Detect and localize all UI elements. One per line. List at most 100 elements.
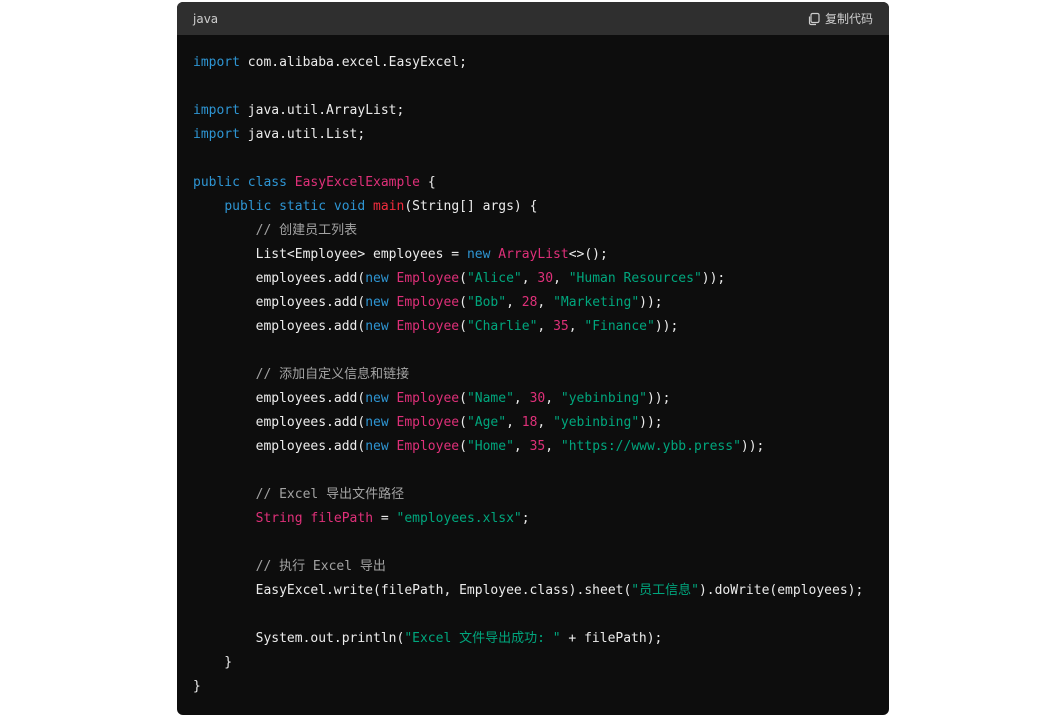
code-text: = <box>373 511 397 526</box>
code-number: 35 <box>553 319 569 334</box>
code-text: ).doWrite(employees); <box>698 583 864 598</box>
copy-label: 复制代码 <box>824 12 873 26</box>
code-text: ( <box>459 295 467 310</box>
code-text: employees.add( <box>193 319 366 334</box>
code-line: // 创建员工列表 <box>193 219 889 243</box>
code-number: 18 <box>521 415 538 430</box>
code-classname: String <box>255 511 303 526</box>
code-text: )); <box>740 439 765 454</box>
code-text: employees.add( <box>193 439 366 454</box>
code-classname: Employee <box>396 415 460 430</box>
code-string: "员工信息" <box>631 583 699 598</box>
code-string: "Alice" <box>466 271 522 286</box>
code-keyword: import <box>193 103 240 118</box>
code-line: } <box>193 675 889 699</box>
code-text: java.util.List; <box>239 127 366 142</box>
code-text: + filePath); <box>560 631 663 646</box>
code-line: employees.add(new Employee("Home", 35, "… <box>193 435 889 459</box>
code-keyword: new <box>365 415 389 430</box>
code-keyword: static <box>279 199 327 214</box>
code-string: "employees.xlsx" <box>396 511 522 526</box>
code-text: employees.add( <box>193 295 366 310</box>
code-line: import java.util.List; <box>193 123 889 147</box>
code-comment: // 执行 Excel 导出 <box>255 559 386 574</box>
code-text: ( <box>459 415 467 430</box>
code-text: , <box>545 391 561 406</box>
code-header: java 复制代码 <box>177 2 889 35</box>
code-text: ( <box>459 319 467 334</box>
code-string: "yebinbing" <box>553 415 640 430</box>
code-text: )); <box>701 271 726 286</box>
code-keyword: public <box>193 175 240 190</box>
code-text: , <box>513 391 530 406</box>
code-text: <>(); <box>568 247 608 262</box>
code-line: employees.add(new Employee("Bob", 28, "M… <box>193 291 889 315</box>
code-function: main <box>373 199 405 214</box>
code-string: "Bob" <box>466 295 507 310</box>
code-text: System.out.println( <box>193 631 405 646</box>
code-comment: // 创建员工列表 <box>255 223 358 238</box>
code-line: public class EasyExcelExample { <box>193 171 889 195</box>
code-line: String filePath = "employees.xlsx"; <box>193 507 889 531</box>
code-text: , <box>537 319 554 334</box>
code-line: employees.add(new Employee("Age", 18, "y… <box>193 411 889 435</box>
code-line: employees.add(new Employee("Name", 30, "… <box>193 387 889 411</box>
code-number: 30 <box>529 391 546 406</box>
code-keyword: new <box>365 271 389 286</box>
code-keyword: new <box>365 319 389 334</box>
code-text: ; <box>521 511 530 526</box>
code-line: } <box>193 651 889 675</box>
code-text: , <box>553 271 569 286</box>
code-line: import java.util.ArrayList; <box>193 99 889 123</box>
code-line: System.out.println("Excel 文件导出成功: " + fi… <box>193 627 889 651</box>
code-line: EasyExcel.write(filePath, Employee.class… <box>193 579 889 603</box>
code-classname: EasyExcelExample <box>294 175 420 190</box>
code-string: "Human Resources" <box>568 271 702 286</box>
code-text: ( <box>459 271 467 286</box>
copy-icon <box>807 12 821 26</box>
code-text: )); <box>639 295 663 310</box>
code-classname: Employee <box>396 271 460 286</box>
code-text: )); <box>646 391 671 406</box>
code-classname: ArrayList <box>498 247 569 262</box>
code-keyword: new <box>365 295 389 310</box>
copy-code-button[interactable]: 复制代码 <box>807 10 873 27</box>
code-classname: Employee <box>396 319 460 334</box>
code-line: // 添加自定义信息和链接 <box>193 363 889 387</box>
code-text: , <box>568 319 585 334</box>
code-line: // Excel 导出文件路径 <box>193 483 889 507</box>
code-text: , <box>513 439 530 454</box>
code-classname: filePath <box>310 511 374 526</box>
code-block: java 复制代码 import com.alibaba.excel.EasyE… <box>177 2 889 715</box>
code-keyword: new <box>466 247 491 262</box>
code-number: 28 <box>521 295 538 310</box>
code-text: , <box>545 439 561 454</box>
code-keyword: public <box>224 199 272 214</box>
code-keyword: new <box>365 391 389 406</box>
code-text: employees.add( <box>193 415 366 430</box>
code-keyword: import <box>193 127 240 142</box>
code-body[interactable]: import com.alibaba.excel.EasyExcel; impor… <box>177 35 889 699</box>
code-text: , <box>506 415 522 430</box>
code-text: } <box>193 679 201 694</box>
code-text: { <box>420 175 436 190</box>
code-text: ( <box>459 439 467 454</box>
code-string: "Age" <box>466 415 507 430</box>
code-string: "Excel 文件导出成功: " <box>404 631 561 646</box>
code-text: , <box>521 271 538 286</box>
